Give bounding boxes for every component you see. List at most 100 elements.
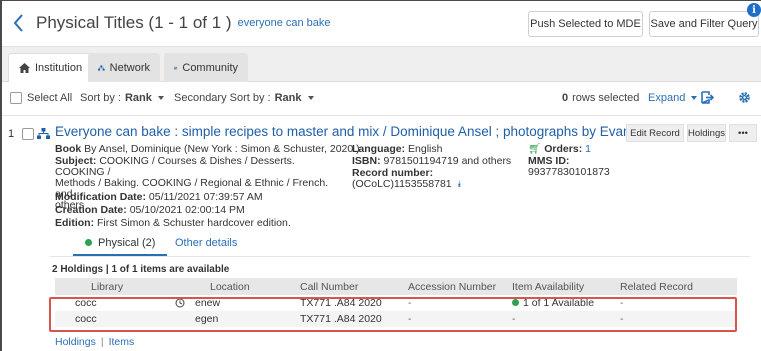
tab-physical-label: Physical (2) (98, 237, 156, 249)
save-and-filter-query-button[interactable]: Save and Filter Query (649, 11, 759, 37)
holdings-button[interactable]: Holdings (687, 124, 726, 142)
tab-physical[interactable]: Physical (2) (85, 237, 155, 249)
cell-accession: - (408, 313, 412, 325)
modification-date-value: 05/11/2021 07:39:57 AM (148, 191, 263, 203)
column-header-library: Library (91, 281, 124, 293)
tab-network[interactable]: Network (88, 53, 160, 82)
sort-by-dropdown[interactable]: Sort by : Rank (80, 92, 164, 104)
expand-dropdown[interactable]: Expand (648, 92, 698, 104)
modification-date-label: Modification Date: (55, 191, 146, 203)
page-title-text: Physical Titles (1 - 1 of 1 ) (36, 13, 232, 32)
table-row[interactable]: cocc egen TX771 .A84 2020 - - - (55, 311, 737, 327)
cell-call-number: TX771 .A84 2020 (300, 297, 382, 309)
network-icon (98, 64, 105, 71)
record-number-field: Record number: (OCoLC)1153558781 ⯯ (352, 168, 462, 190)
isbn-value: 9781501194719 and others (383, 155, 512, 167)
modification-date-field: Modification Date: 05/11/2021 07:39:57 A… (55, 192, 263, 203)
edition-value: First Simon & Schuster hardcover edition… (97, 217, 291, 229)
push-selected-to-mde-button[interactable]: Push Selected to MDE (528, 11, 643, 37)
orders-label: Orders: (544, 143, 583, 155)
chevron-down-icon (307, 96, 314, 100)
available-dot-icon (85, 239, 92, 246)
cell-library: cocc (75, 313, 97, 325)
select-all-label: Select All (27, 92, 73, 104)
page-header: Physical Titles (1 - 1 of 1 ) everyone ca… (2, 1, 761, 47)
isbn-label: ISBN: (352, 155, 381, 167)
expand-label: Expand (648, 92, 686, 104)
cell-availability[interactable]: 1 of 1 Available (512, 297, 594, 309)
tab-community-label: Community (182, 61, 238, 74)
record-number-value: (OCoLC)1153558781 (352, 178, 452, 190)
book-author-publisher: By Ansel, Dominique (New York : Simon & … (84, 143, 360, 155)
mms-id-field: MMS ID: 99377830101873 (528, 156, 610, 178)
column-header-item-availability: Item Availability (512, 281, 585, 293)
select-all-checkbox[interactable] (10, 92, 22, 104)
home-icon (19, 63, 30, 73)
results-toolbar: Select All Sort by : Rank Secondary Sort… (2, 82, 761, 116)
cell-location-link[interactable]: egen (195, 313, 218, 325)
cell-availability: - (512, 313, 516, 325)
rows-selected-label: rows selected (572, 92, 640, 104)
edition-field: Edition: First Simon & Schuster hardcove… (55, 218, 291, 229)
creation-date-value: 05/10/2021 02:00:14 PM (129, 204, 245, 216)
cell-related-record: - (620, 297, 624, 309)
bottom-links: Holdings | Items (55, 336, 134, 348)
edit-record-button[interactable]: Edit Record (626, 124, 684, 142)
record-checkbox[interactable] (22, 128, 34, 140)
availability-text: 1 of 1 Available (523, 297, 595, 309)
export-icon[interactable] (699, 90, 714, 105)
holdings-link[interactable]: Holdings (55, 336, 96, 348)
more-actions-button[interactable]: ••• (729, 124, 757, 142)
search-query-link[interactable]: everyone can bake (238, 17, 331, 29)
secondary-sort-label: Secondary Sort by : (174, 92, 271, 104)
language-label: Language: (352, 143, 406, 155)
holdings-table-header: Library Location Call Number Accession N… (55, 278, 737, 295)
tab-institution-label: Institution (35, 62, 83, 74)
language-value: English (408, 143, 443, 155)
search-scope-tabs: Institution Network Community (2, 47, 761, 82)
section-divider (50, 256, 750, 257)
table-row[interactable]: cocc enew TX771 .A84 2020 - 1 of 1 Avail… (55, 295, 737, 311)
info-icon[interactable]: i (747, 3, 761, 17)
record-title-link[interactable]: Everyone can bake : simple recipes to ma… (55, 124, 670, 139)
select-all-control[interactable]: Select All (10, 92, 72, 104)
cell-related-record: - (620, 313, 624, 325)
edition-label: Edition: (55, 217, 95, 229)
cell-location-link[interactable]: enew (195, 297, 220, 309)
tab-community[interactable]: Community (164, 53, 248, 82)
column-header-related-record: Related Record (620, 281, 693, 293)
gear-icon[interactable] (738, 91, 751, 104)
community-icon (174, 66, 178, 69)
secondary-sort-dropdown[interactable]: Secondary Sort by : Rank (174, 92, 314, 104)
column-header-accession-number: Accession Number (408, 281, 497, 293)
orders-link[interactable]: 1 (585, 143, 591, 155)
record-number: 1 (8, 128, 15, 140)
column-header-location: Location (210, 281, 250, 293)
cell-call-number: TX771 .A84 2020 (300, 313, 382, 325)
back-chevron-icon[interactable] (10, 12, 28, 34)
isbn-field: ISBN: 9781501194719 and others (352, 156, 511, 167)
column-header-call-number: Call Number (300, 281, 359, 293)
language-field: Language: English (352, 144, 442, 155)
tab-institution[interactable]: Institution (8, 53, 94, 82)
clock-icon (175, 298, 185, 308)
page-title: Physical Titles (1 - 1 of 1 ) everyone ca… (36, 13, 331, 33)
creation-date-field: Creation Date: 05/10/2021 02:00:14 PM (55, 205, 245, 216)
orders-field: 🛒︎ Orders: 1 (528, 144, 591, 155)
book-line: Book By Ansel, Dominique (New York : Sim… (55, 144, 360, 155)
link-separator: | (100, 336, 104, 348)
cart-icon: 🛒︎ (528, 143, 542, 155)
holdings-summary: 2 Holdings | 1 of 1 items are available (52, 264, 230, 275)
mms-id-value: 99377830101873 (528, 166, 610, 178)
items-link[interactable]: Items (109, 336, 135, 348)
network-record-icon (37, 128, 50, 139)
rows-selected-status: 0 rows selected (562, 92, 639, 104)
tab-network-label: Network (109, 61, 150, 74)
book-type: Book (55, 143, 82, 155)
rows-selected-count: 0 (562, 92, 569, 104)
available-dot-icon (512, 299, 519, 306)
creation-date-label: Creation Date: (55, 204, 127, 216)
chevron-double-down-icon[interactable]: ⯯ (457, 179, 462, 189)
chevron-down-icon (691, 96, 698, 100)
tab-other-details[interactable]: Other details (175, 237, 237, 249)
